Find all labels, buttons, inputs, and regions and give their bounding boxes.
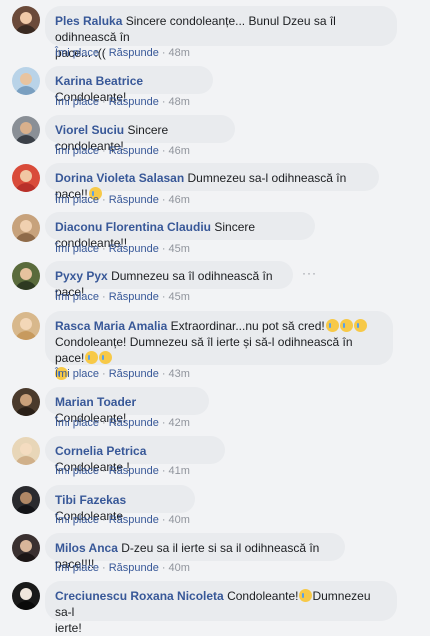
comment-actions: Îmi place · Răspunde · 45m — [55, 243, 190, 255]
commenter-name[interactable]: Creciunescu Roxana Nicoleta — [55, 589, 224, 603]
comment-time[interactable]: 40m — [169, 514, 190, 526]
comment-time[interactable]: 46m — [169, 194, 190, 206]
comment-time[interactable]: 40m — [169, 562, 190, 574]
comment-actions: Îmi place · Răspunde · 40m — [55, 562, 190, 574]
like-link[interactable]: Îmi place — [55, 96, 99, 108]
crying-emoji-icon — [325, 319, 339, 332]
reply-link[interactable]: Răspunde — [109, 291, 159, 303]
commenter-name[interactable]: Rasca Maria Amalia — [55, 319, 167, 333]
more-options-icon[interactable]: ··· — [302, 266, 317, 280]
comment-text: ierte! — [55, 621, 82, 635]
commenter-name[interactable]: Dorina Violeta Salasan — [55, 171, 184, 185]
reply-link[interactable]: Răspunde — [109, 47, 159, 59]
comment-bubble: Viorel Suciu Sincere condoleanțe! — [45, 115, 235, 153]
comment-time[interactable]: 42m — [169, 417, 190, 429]
comment-actions: Îmi place · Răspunde · 48m — [55, 47, 190, 59]
reply-link[interactable]: Răspunde — [109, 562, 159, 574]
commenter-name[interactable]: Karina Beatrice — [55, 74, 143, 88]
reply-link[interactable]: Răspunde — [109, 145, 159, 157]
comment-time[interactable]: 43m — [169, 368, 190, 380]
comment-bubble: Milos Anca D-zeu sa il ierte si sa il od… — [45, 533, 345, 571]
comment-actions: Îmi place · Răspunde · 46m — [55, 194, 190, 206]
like-link[interactable]: Îmi place — [55, 194, 99, 206]
reply-link[interactable]: Răspunde — [109, 465, 159, 477]
comment-actions: Îmi place · Răspunde · 42m — [55, 417, 190, 429]
comment-actions: Îmi place · Răspunde · 46m — [55, 145, 190, 157]
comment-bubble: Ples Raluka Sincere condoleanțe... Bunul… — [45, 6, 397, 60]
avatar[interactable] — [12, 534, 40, 562]
comment-time[interactable]: 45m — [169, 243, 190, 255]
comment-actions: Îmi place · Răspunde · 43m — [55, 368, 190, 380]
crying-emoji-icon — [299, 589, 313, 602]
comment-actions: Îmi place · Răspunde · 40m — [55, 514, 190, 526]
comment-bubble: Marian Toader Condoleanțe! — [45, 387, 209, 425]
avatar[interactable] — [12, 67, 40, 95]
comment-bubble: Pyxy Pyx Dumnezeu sa îl odihnească în pa… — [45, 261, 293, 299]
comment-bubble: Rasca Maria Amalia Extraordinar...nu pot… — [45, 311, 393, 380]
reply-link[interactable]: Răspunde — [109, 514, 159, 526]
avatar[interactable] — [12, 312, 40, 340]
comment-time[interactable]: 45m — [169, 291, 190, 303]
crying-emoji-icon — [339, 319, 353, 332]
commenter-name[interactable]: Cornelia Petrica — [55, 444, 146, 458]
comment-actions: Îmi place · Răspunde · 48m — [55, 96, 190, 108]
like-link[interactable]: Îmi place — [55, 145, 99, 157]
crying-emoji-icon — [85, 351, 99, 364]
like-link[interactable]: Îmi place — [55, 47, 99, 59]
comment-time[interactable]: 48m — [169, 47, 190, 59]
like-link[interactable]: Îmi place — [55, 243, 99, 255]
reply-link[interactable]: Răspunde — [109, 194, 159, 206]
commenter-name[interactable]: Ples Raluka — [55, 14, 122, 28]
comment-time[interactable]: 46m — [169, 145, 190, 157]
comment-text: Condoleante! — [227, 589, 299, 603]
commenter-name[interactable]: Pyxy Pyx — [55, 269, 108, 283]
like-link[interactable]: Îmi place — [55, 514, 99, 526]
commenter-name[interactable]: Diaconu Florentina Claudiu — [55, 220, 211, 234]
avatar[interactable] — [12, 214, 40, 242]
comment-actions: Îmi place · Răspunde · 45m — [55, 291, 190, 303]
like-link[interactable]: Îmi place — [55, 562, 99, 574]
reply-link[interactable]: Răspunde — [109, 417, 159, 429]
commenter-name[interactable]: Marian Toader — [55, 395, 136, 409]
comment-time[interactable]: 41m — [169, 465, 190, 477]
commenter-name[interactable]: Viorel Suciu — [55, 123, 124, 137]
comment-actions: Îmi place · Răspunde · 41m — [55, 465, 190, 477]
like-link[interactable]: Îmi place — [55, 291, 99, 303]
comment-bubble: Dorina Violeta Salasan Dumnezeu sa-l odi… — [45, 163, 379, 201]
reply-link[interactable]: Răspunde — [109, 368, 159, 380]
crying-emoji-icon — [99, 351, 113, 364]
avatar[interactable] — [12, 582, 40, 610]
avatar[interactable] — [12, 262, 40, 290]
avatar[interactable] — [12, 164, 40, 192]
reply-link[interactable]: Răspunde — [109, 96, 159, 108]
reply-link[interactable]: Răspunde — [109, 243, 159, 255]
comment-time[interactable]: 48m — [169, 96, 190, 108]
avatar[interactable] — [12, 116, 40, 144]
commenter-name[interactable]: Tibi Fazekas — [55, 493, 126, 507]
avatar[interactable] — [12, 437, 40, 465]
comment-bubble: Creciunescu Roxana Nicoleta Condoleante!… — [45, 581, 397, 635]
like-link[interactable]: Îmi place — [55, 368, 99, 380]
commenter-name[interactable]: Milos Anca — [55, 541, 118, 555]
comment-bubble: Cornelia Petrica Condoleanțe ! — [45, 436, 225, 474]
like-link[interactable]: Îmi place — [55, 465, 99, 477]
comment-bubble: Diaconu Florentina Claudiu Sincere condo… — [45, 212, 315, 250]
comment-bubble: Tibi Fazekas Condoleante — [45, 485, 195, 523]
like-link[interactable]: Îmi place — [55, 417, 99, 429]
comment-text: Extraordinar...nu pot să cred! — [170, 319, 325, 333]
avatar[interactable] — [12, 388, 40, 416]
avatar[interactable] — [12, 486, 40, 514]
comment-bubble: Karina Beatrice Condoleanțe! — [45, 66, 213, 104]
crying-emoji-icon — [353, 319, 367, 332]
avatar[interactable] — [12, 6, 40, 34]
